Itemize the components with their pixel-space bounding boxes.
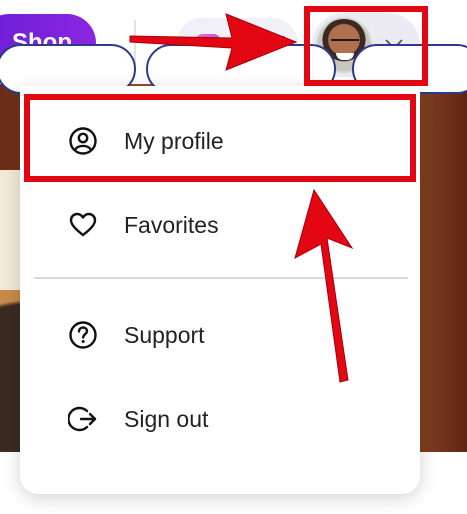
arrow-up-annotation: [294, 188, 354, 383]
arrow-right-annotation: [129, 13, 298, 71]
annotation-arrows: [129, 13, 354, 383]
